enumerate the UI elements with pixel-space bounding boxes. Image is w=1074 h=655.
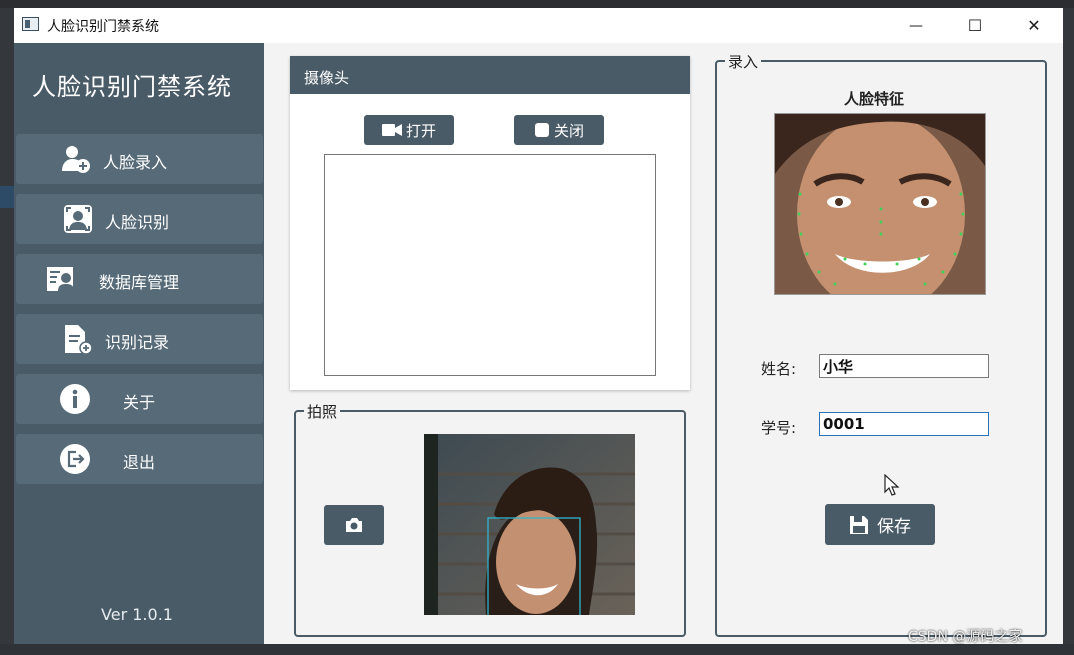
mouse-cursor-icon <box>884 474 900 496</box>
camera-panel: 摄像头 打开 关闭 <box>290 56 690 390</box>
save-icon <box>850 515 868 534</box>
window-title: 人脸识别门禁系统 <box>47 19 159 35</box>
video-camera-icon <box>381 124 402 136</box>
face-feature-image <box>774 113 986 295</box>
desktop-background-right <box>1063 8 1074 655</box>
maximize-icon: ☐ <box>967 16 983 35</box>
name-label: 姓名: <box>761 360 797 378</box>
face-scan-icon <box>64 205 92 233</box>
sidebar-item-face-recognition[interactable]: 人脸识别 <box>16 194 263 244</box>
sidebar-item-label: 关于 <box>123 393 156 412</box>
camera-header: 摄像头 <box>290 56 690 94</box>
sidebar-item-label: 退出 <box>123 453 156 472</box>
sidebar-item-label: 数据库管理 <box>99 273 180 292</box>
app-icon <box>22 17 39 31</box>
close-camera-label: 关闭 <box>553 121 584 140</box>
info-icon <box>60 384 90 414</box>
user-add-icon <box>62 146 90 173</box>
document-add-icon <box>65 325 93 355</box>
sidebar-item-records[interactable]: 识别记录 <box>16 314 263 364</box>
database-user-icon <box>47 267 74 291</box>
stop-icon <box>534 123 549 137</box>
sidebar-item-about[interactable]: 关于 <box>16 374 263 424</box>
close-icon: ✕ <box>1027 16 1041 35</box>
camera-title: 摄像头 <box>304 69 350 87</box>
desktop-background-left <box>0 8 14 655</box>
photo-group-title: 拍照 <box>304 401 341 422</box>
sidebar-item-label: 识别记录 <box>105 333 170 352</box>
minimize-button[interactable]: — <box>887 8 945 43</box>
save-label: 保存 <box>877 517 911 537</box>
open-camera-button[interactable]: 打开 <box>364 115 454 145</box>
camera-video-area <box>324 154 656 376</box>
captured-photo <box>424 434 635 615</box>
id-label: 学号: <box>761 419 797 437</box>
save-button[interactable]: 保存 <box>825 504 935 545</box>
title-bar[interactable]: 人脸识别门禁系统 — ☐ ✕ <box>14 8 1063 43</box>
desktop-background-top <box>0 0 1074 8</box>
enroll-group-title: 录入 <box>725 51 762 72</box>
sidebar-item-label: 人脸录入 <box>103 153 168 172</box>
face-feature-label: 人脸特征 <box>844 90 905 108</box>
maximize-button[interactable]: ☐ <box>946 8 1004 43</box>
version-label: Ver 1.0.1 <box>101 605 173 624</box>
sidebar-brand: 人脸识别门禁系统 <box>32 73 232 101</box>
sidebar-item-database[interactable]: 数据库管理 <box>16 254 263 304</box>
capture-photo-button[interactable] <box>324 505 384 545</box>
exit-icon <box>60 444 90 474</box>
csdn-watermark: CSDN @源码之家 <box>908 629 1023 645</box>
sidebar-item-label: 人脸识别 <box>105 213 170 232</box>
sidebar-item-face-enroll[interactable]: 人脸录入 <box>16 134 263 184</box>
close-camera-button[interactable]: 关闭 <box>514 115 604 145</box>
student-id-input[interactable] <box>819 412 989 436</box>
app-window: 人脸识别门禁系统 — ☐ ✕ 人脸识别门禁系统 人脸录入 人脸识别 数据库管理 … <box>14 8 1063 644</box>
open-camera-label: 打开 <box>405 121 436 140</box>
close-button[interactable]: ✕ <box>1005 8 1063 43</box>
minimize-icon: — <box>909 17 923 34</box>
name-input[interactable] <box>819 354 989 378</box>
sidebar-item-exit[interactable]: 退出 <box>16 434 263 484</box>
sidebar: 人脸识别门禁系统 人脸录入 人脸识别 数据库管理 识别记录 关于 退出 Ver … <box>14 43 264 644</box>
camera-icon <box>346 518 362 532</box>
